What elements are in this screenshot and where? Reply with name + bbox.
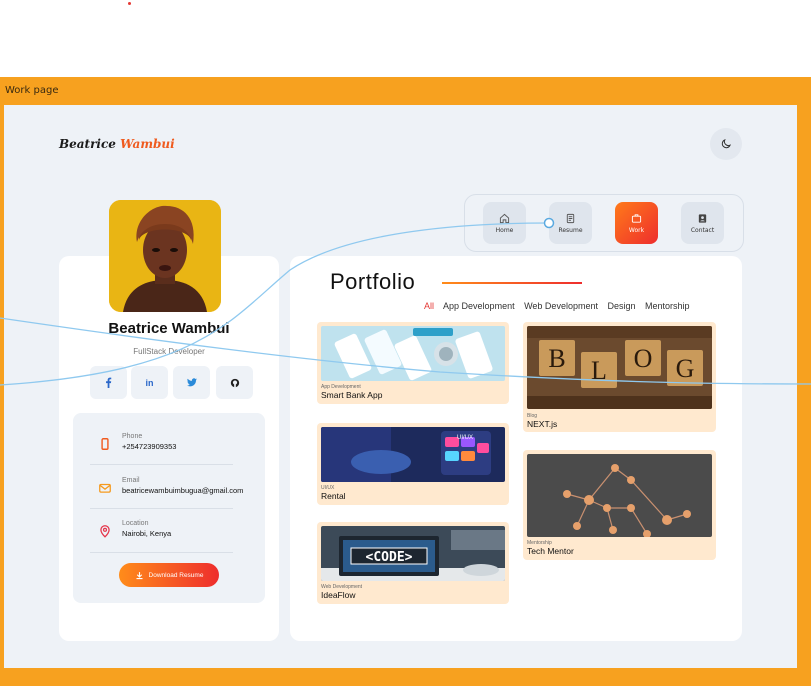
location-pin-icon <box>100 525 110 538</box>
project-image <box>321 326 505 381</box>
project-title: Smart Bank App <box>321 390 383 400</box>
blog-letter-o: O <box>634 344 653 373</box>
divider <box>90 552 233 553</box>
project-image <box>527 454 712 537</box>
nav-home[interactable]: Home <box>483 202 526 244</box>
avatar-illustration <box>109 200 221 312</box>
moon-icon <box>721 139 731 149</box>
download-icon <box>136 571 143 579</box>
filter-design[interactable]: Design <box>607 301 635 311</box>
phone-icon <box>101 438 109 450</box>
location-value: Nairobi, Kenya <box>122 529 172 538</box>
nav-contact-label: Contact <box>690 226 715 234</box>
facebook-button[interactable] <box>90 366 127 399</box>
project-title: Rental <box>321 491 346 501</box>
linkedin-icon: in <box>145 377 154 388</box>
contact-card-icon <box>698 213 707 223</box>
location-label: Location <box>122 520 149 527</box>
nav-contact[interactable]: Contact <box>681 202 724 244</box>
twitter-button[interactable] <box>173 366 210 399</box>
nav-resume-label: Resume <box>558 226 583 234</box>
nav-resume[interactable]: Resume <box>549 202 592 244</box>
email-label: Email <box>122 477 140 484</box>
email-value[interactable]: beatricewambuimbugua@gmail.com <box>122 486 243 495</box>
profile-role: FullStack Developer <box>133 347 205 356</box>
uiux-image-text: UI/UX <box>457 435 473 441</box>
briefcase-icon <box>631 213 642 223</box>
twitter-icon <box>186 378 197 387</box>
nav-work-label: Work <box>628 226 645 234</box>
filter-web-development[interactable]: Web Development <box>524 301 598 311</box>
download-resume-label: Download Resume <box>148 571 204 579</box>
linkedin-button[interactable]: in <box>131 366 168 399</box>
title-underline <box>442 282 582 284</box>
phone-value[interactable]: +254723909353 <box>122 442 176 451</box>
brand-first-name: Beatrice <box>59 137 116 151</box>
project-card-rental[interactable]: UI/UX UI/UX Rental <box>317 423 509 505</box>
brand-last-name: Wambui <box>120 137 175 151</box>
project-image: <CODE> <box>321 526 505 581</box>
artboard-label: Work page <box>5 85 59 96</box>
home-icon <box>499 213 510 223</box>
nav-home-label: Home <box>495 226 514 234</box>
download-resume-button[interactable]: Download Resume <box>119 563 219 587</box>
project-card-tech-mentor[interactable]: Mentorship Tech Mentor <box>523 450 716 560</box>
project-title: NEXT.js <box>527 419 558 429</box>
portfolio-title: Portfolio <box>330 269 416 294</box>
main-nav: Home Resume Work Contact <box>464 194 744 252</box>
profile-name: Beatrice Wambui <box>108 320 230 337</box>
project-image: UI/UX <box>321 427 505 482</box>
project-title: IdeaFlow <box>321 590 356 600</box>
blog-letter-g: G <box>676 354 695 383</box>
brand-logo[interactable]: Beatrice Wambui <box>59 137 175 151</box>
blog-letter-b: B <box>548 344 565 373</box>
filter-app-development[interactable]: App Development <box>443 301 515 311</box>
filter-all[interactable]: All <box>424 301 434 311</box>
github-button[interactable] <box>216 366 253 399</box>
marker-dot <box>128 2 131 5</box>
theme-toggle-button[interactable] <box>710 128 742 160</box>
divider <box>90 508 233 509</box>
mail-icon <box>99 483 111 493</box>
project-title: Tech Mentor <box>527 546 574 556</box>
code-image-text: <CODE> <box>366 550 413 565</box>
project-card-nextjs[interactable]: B L O G Blog NEXT.js <box>523 322 716 432</box>
facebook-icon <box>106 377 112 388</box>
project-card-smart-bank[interactable]: App Development Smart Bank App <box>317 322 509 404</box>
project-card-ideaflow[interactable]: <CODE> Web Development IdeaFlow <box>317 522 509 604</box>
document-icon <box>566 213 575 223</box>
nav-work[interactable]: Work <box>615 202 658 244</box>
filter-mentorship[interactable]: Mentorship <box>645 301 690 311</box>
phone-label: Phone <box>122 433 143 440</box>
blog-letter-l: L <box>591 356 607 385</box>
divider <box>90 464 233 465</box>
location-row: Location Nairobi, Kenya <box>90 520 250 556</box>
project-image: B L O G <box>527 326 712 409</box>
avatar <box>109 200 221 312</box>
portfolio-filters: All App Development Web Development Desi… <box>424 301 697 311</box>
github-icon <box>230 378 239 387</box>
